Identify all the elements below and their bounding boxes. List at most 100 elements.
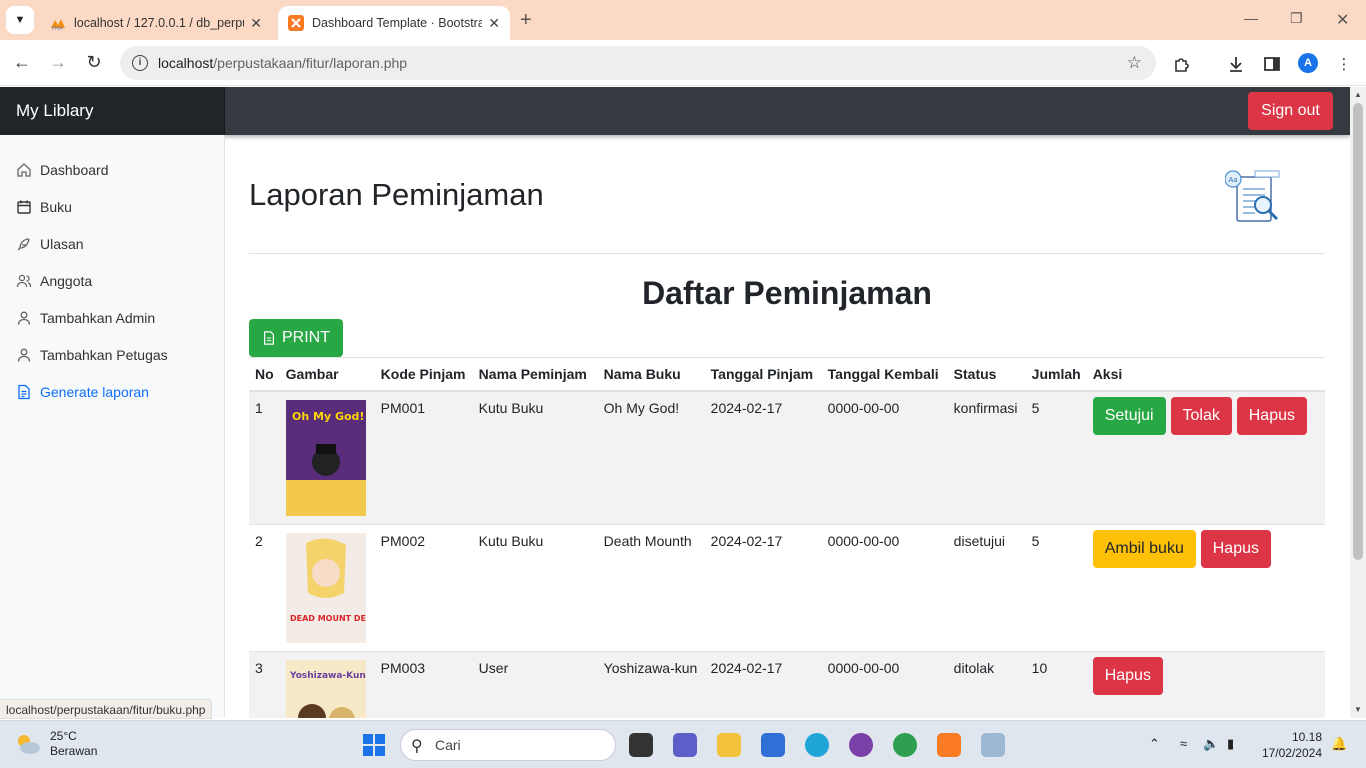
sidebar: Dashboard Buku Ulasan Anggota Tambahkan … bbox=[0, 135, 225, 718]
wifi-icon[interactable]: ≈ bbox=[1180, 736, 1187, 751]
edge-browser-icon[interactable] bbox=[805, 733, 829, 757]
file-icon bbox=[264, 331, 274, 345]
pickup-book-button[interactable]: Ambil buku bbox=[1092, 530, 1196, 568]
print-button[interactable]: PRINT bbox=[249, 319, 343, 357]
approve-button[interactable]: Setujui bbox=[1092, 397, 1166, 435]
volume-icon[interactable]: 🔈 bbox=[1203, 736, 1219, 752]
battery-icon[interactable]: ▮ bbox=[1227, 736, 1234, 752]
site-info-icon[interactable]: i bbox=[132, 55, 148, 71]
page-viewport: My Liblary Sign out Dashboard Buku Ulasa… bbox=[0, 87, 1350, 718]
user-icon bbox=[17, 311, 31, 325]
taskbar-search-input[interactable]: ⚲ Cari bbox=[400, 729, 616, 761]
minimize-icon[interactable]: — bbox=[1244, 10, 1258, 26]
url-host: localhost bbox=[158, 55, 214, 71]
sidebar-item-label: Dashboard bbox=[40, 161, 109, 178]
kebab-menu-icon[interactable]: ⋮ bbox=[1334, 54, 1354, 74]
weather-description: Berawan bbox=[50, 744, 98, 758]
list-title: Daftar Peminjaman bbox=[642, 275, 932, 311]
cell-nama-buku: Yoshizawa-kun bbox=[597, 651, 705, 718]
cell-tanggal-pinjam: 2024-02-17 bbox=[704, 390, 822, 525]
tab-title: localhost / 127.0.0.1 / db_perpu bbox=[74, 16, 245, 30]
github-desktop-icon[interactable] bbox=[849, 733, 873, 757]
navbar-brand[interactable]: My Liblary bbox=[0, 87, 225, 135]
side-panel-icon[interactable] bbox=[1262, 54, 1282, 74]
profile-avatar[interactable]: A bbox=[1298, 53, 1318, 73]
sidebar-item-tambahkan-admin[interactable]: Tambahkan Admin bbox=[0, 299, 224, 336]
delete-button[interactable]: Hapus bbox=[1236, 397, 1307, 435]
reject-button[interactable]: Tolak bbox=[1170, 397, 1232, 435]
file-explorer-icon[interactable] bbox=[717, 733, 741, 757]
url-path: /perpustakaan/fitur/laporan.php bbox=[213, 55, 408, 71]
scrollbar-thumb[interactable] bbox=[1353, 103, 1363, 560]
tab-search-button[interactable]: ▼ bbox=[6, 6, 34, 34]
system-clock[interactable]: 10.18 17/02/2024 bbox=[1256, 729, 1322, 761]
download-icon[interactable] bbox=[1226, 54, 1246, 74]
sidebar-item-label: Anggota bbox=[40, 272, 93, 289]
notification-bell-icon[interactable]: 🔔 bbox=[1331, 736, 1347, 752]
cell-tanggal-kembali: 0000-00-00 bbox=[821, 524, 948, 652]
reload-icon[interactable]: ↻ bbox=[83, 52, 105, 73]
cell-jumlah: 10 bbox=[1025, 651, 1087, 718]
address-bar[interactable]: i localhost/perpustakaan/fitur/laporan.p… bbox=[120, 46, 1156, 80]
snipping-tool-icon[interactable] bbox=[981, 733, 1005, 757]
restore-icon[interactable]: ❐ bbox=[1290, 10, 1303, 27]
column-header-tanggal-kembali: Tanggal Kembali bbox=[821, 357, 948, 392]
cell-nama-peminjam: User bbox=[472, 651, 598, 718]
sidebar-item-tambahkan-petugas[interactable]: Tambahkan Petugas bbox=[0, 336, 224, 373]
sidebar-item-buku[interactable]: Buku bbox=[0, 188, 224, 225]
cell-status: ditolak bbox=[947, 651, 1026, 718]
sidebar-item-dashboard[interactable]: Dashboard bbox=[0, 151, 224, 188]
cell-no: 2 bbox=[249, 524, 280, 652]
browser-toolbar: ← → ↻ i localhost/perpustakaan/fitur/lap… bbox=[0, 40, 1366, 86]
column-header-status: Status bbox=[947, 357, 1026, 392]
column-header-jumlah: Jumlah bbox=[1025, 357, 1087, 392]
delete-button[interactable]: Hapus bbox=[1200, 530, 1271, 568]
windows-start-icon[interactable] bbox=[362, 733, 386, 757]
sidebar-item-anggota[interactable]: Anggota bbox=[0, 262, 224, 299]
column-header-tanggal-pinjam: Tanggal Pinjam bbox=[704, 357, 822, 392]
browser-tab-phpmyadmin[interactable]: PMA localhost / 127.0.0.1 / db_perpu ✕ bbox=[40, 6, 272, 40]
loan-table: No Gambar Kode Pinjam Nama Peminjam Nama… bbox=[249, 357, 1325, 718]
extensions-icon[interactable] bbox=[1172, 54, 1192, 74]
cell-status: disetujui bbox=[947, 524, 1026, 652]
table-row: 2 DEAD MOUNT DEATH PLAY PM002 Kutu Buku … bbox=[249, 524, 1325, 652]
print-label: PRINT bbox=[282, 329, 330, 346]
scroll-up-arrow-icon[interactable]: ▲ bbox=[1354, 90, 1362, 99]
weather-widget[interactable]: 25°C Berawan bbox=[14, 729, 97, 759]
browser-tab-dashboard[interactable]: Dashboard Template · Bootstrap ✕ bbox=[278, 6, 510, 40]
sign-out-button[interactable]: Sign out bbox=[1248, 92, 1333, 130]
close-window-icon[interactable]: ✕ bbox=[1336, 10, 1349, 30]
scroll-down-arrow-icon[interactable]: ▼ bbox=[1354, 705, 1362, 714]
column-header-gambar: Gambar bbox=[279, 357, 375, 392]
cell-gambar: Oh My God! bbox=[279, 390, 375, 525]
back-arrow-icon[interactable]: ← bbox=[11, 52, 33, 73]
sidebar-item-generate-laporan[interactable]: Generate laporan bbox=[0, 373, 224, 410]
xampp-taskbar-icon[interactable] bbox=[937, 733, 961, 757]
meet-now-icon[interactable] bbox=[673, 733, 697, 757]
sidebar-item-label: Buku bbox=[40, 198, 72, 215]
book-cover-title: DEAD MOUNT DEATH PLAY bbox=[290, 614, 366, 623]
delete-button[interactable]: Hapus bbox=[1092, 657, 1163, 695]
close-icon[interactable]: ✕ bbox=[250, 15, 262, 32]
microsoft-store-icon[interactable] bbox=[761, 733, 785, 757]
close-icon[interactable]: ✕ bbox=[488, 15, 500, 32]
forward-arrow-icon[interactable]: → bbox=[47, 52, 69, 73]
chrome-browser-icon[interactable] bbox=[893, 733, 917, 757]
sidebar-item-ulasan[interactable]: Ulasan bbox=[0, 225, 224, 262]
top-navbar: My Liblary Sign out bbox=[0, 87, 1350, 135]
table-row: 1 Oh My God! PM001 Kutu Buku Oh My God! bbox=[249, 390, 1325, 525]
cell-kode-pinjam: PM003 bbox=[374, 651, 473, 718]
book-cover-title: Yoshizawa-Kun bbox=[289, 671, 366, 681]
table-header-row: No Gambar Kode Pinjam Nama Peminjam Nama… bbox=[249, 357, 1325, 392]
show-hidden-icons-chevron-icon[interactable]: ⌃ bbox=[1149, 736, 1160, 752]
bookmark-star-icon[interactable]: ☆ bbox=[1127, 53, 1142, 73]
feather-icon bbox=[17, 237, 30, 250]
browser-tab-strip: ▼ PMA localhost / 127.0.0.1 / db_perpu ✕… bbox=[0, 0, 1366, 40]
page-scrollbar[interactable]: ▲ ▼ bbox=[1350, 87, 1366, 718]
cell-kode-pinjam: PM002 bbox=[374, 524, 473, 652]
task-view-icon[interactable] bbox=[629, 733, 653, 757]
new-tab-icon[interactable]: + bbox=[520, 9, 532, 32]
cell-no: 1 bbox=[249, 390, 280, 525]
windows-taskbar: 25°C Berawan ⚲ Cari ⌃ ≈ 🔈 ▮ 10.18 17/02/… bbox=[0, 720, 1366, 768]
link-status-bubble: localhost/perpustakaan/fitur/buku.php bbox=[0, 699, 213, 719]
